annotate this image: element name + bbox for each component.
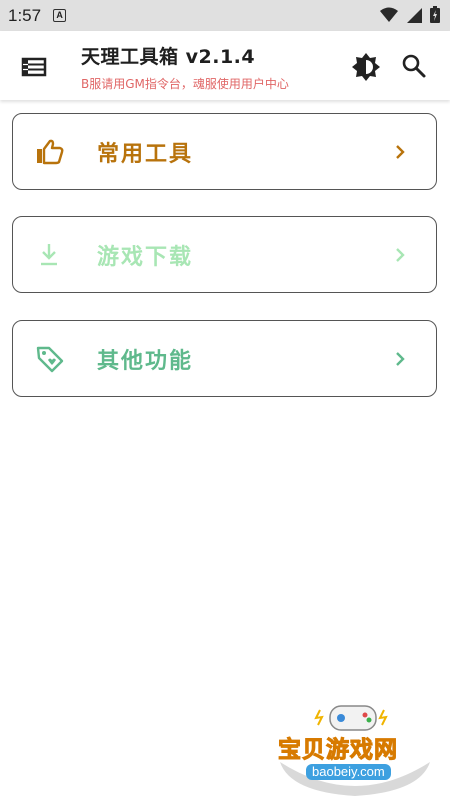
status-icons <box>380 6 440 23</box>
search-icon <box>402 54 426 78</box>
app-subtitle: B服请用GM指令台，魂服使用用户中心 <box>81 77 289 91</box>
battery-icon <box>430 6 440 23</box>
common-tools-card[interactable]: 常用工具 <box>12 113 437 190</box>
card-label: 其他功能 <box>97 349 194 374</box>
watermark-logo: 宝贝游戏网 baobeiy.com <box>270 700 440 796</box>
status-bar: 1:57 A <box>0 0 450 31</box>
watermark-url: baobeiy.com <box>306 764 391 780</box>
chevron-right-icon <box>396 145 405 159</box>
app-bar: 天理工具箱 v2.1.4 B服请用GM指令台，魂服使用用户中心 <box>0 31 450 100</box>
app-title: 天理工具箱 v2.1.4 <box>81 46 256 68</box>
brightness-icon <box>352 53 380 81</box>
list-icon <box>21 57 47 77</box>
wifi-icon <box>380 7 398 22</box>
search-button[interactable] <box>400 52 428 80</box>
card-label: 游戏下载 <box>97 245 194 270</box>
chevron-right-icon <box>396 248 405 262</box>
chevron-right-icon <box>396 352 405 366</box>
watermark-text: 宝贝游戏网 <box>278 737 398 764</box>
status-time: 1:57 <box>8 5 42 25</box>
download-icon <box>41 244 57 266</box>
a-box-icon: A <box>53 9 67 22</box>
card-label: 常用工具 <box>97 142 194 167</box>
game-download-card[interactable]: 游戏下载 <box>12 216 437 293</box>
theme-toggle-button[interactable] <box>351 52 381 82</box>
thumbs-up-icon <box>37 139 64 165</box>
title-block: 天理工具箱 v2.1.4 B服请用GM指令台，魂服使用用户中心 <box>81 42 289 92</box>
tag-icon <box>36 346 64 373</box>
other-functions-card[interactable]: 其他功能 <box>12 320 437 397</box>
menu-button[interactable] <box>20 53 48 81</box>
cell-signal-icon <box>407 7 422 23</box>
